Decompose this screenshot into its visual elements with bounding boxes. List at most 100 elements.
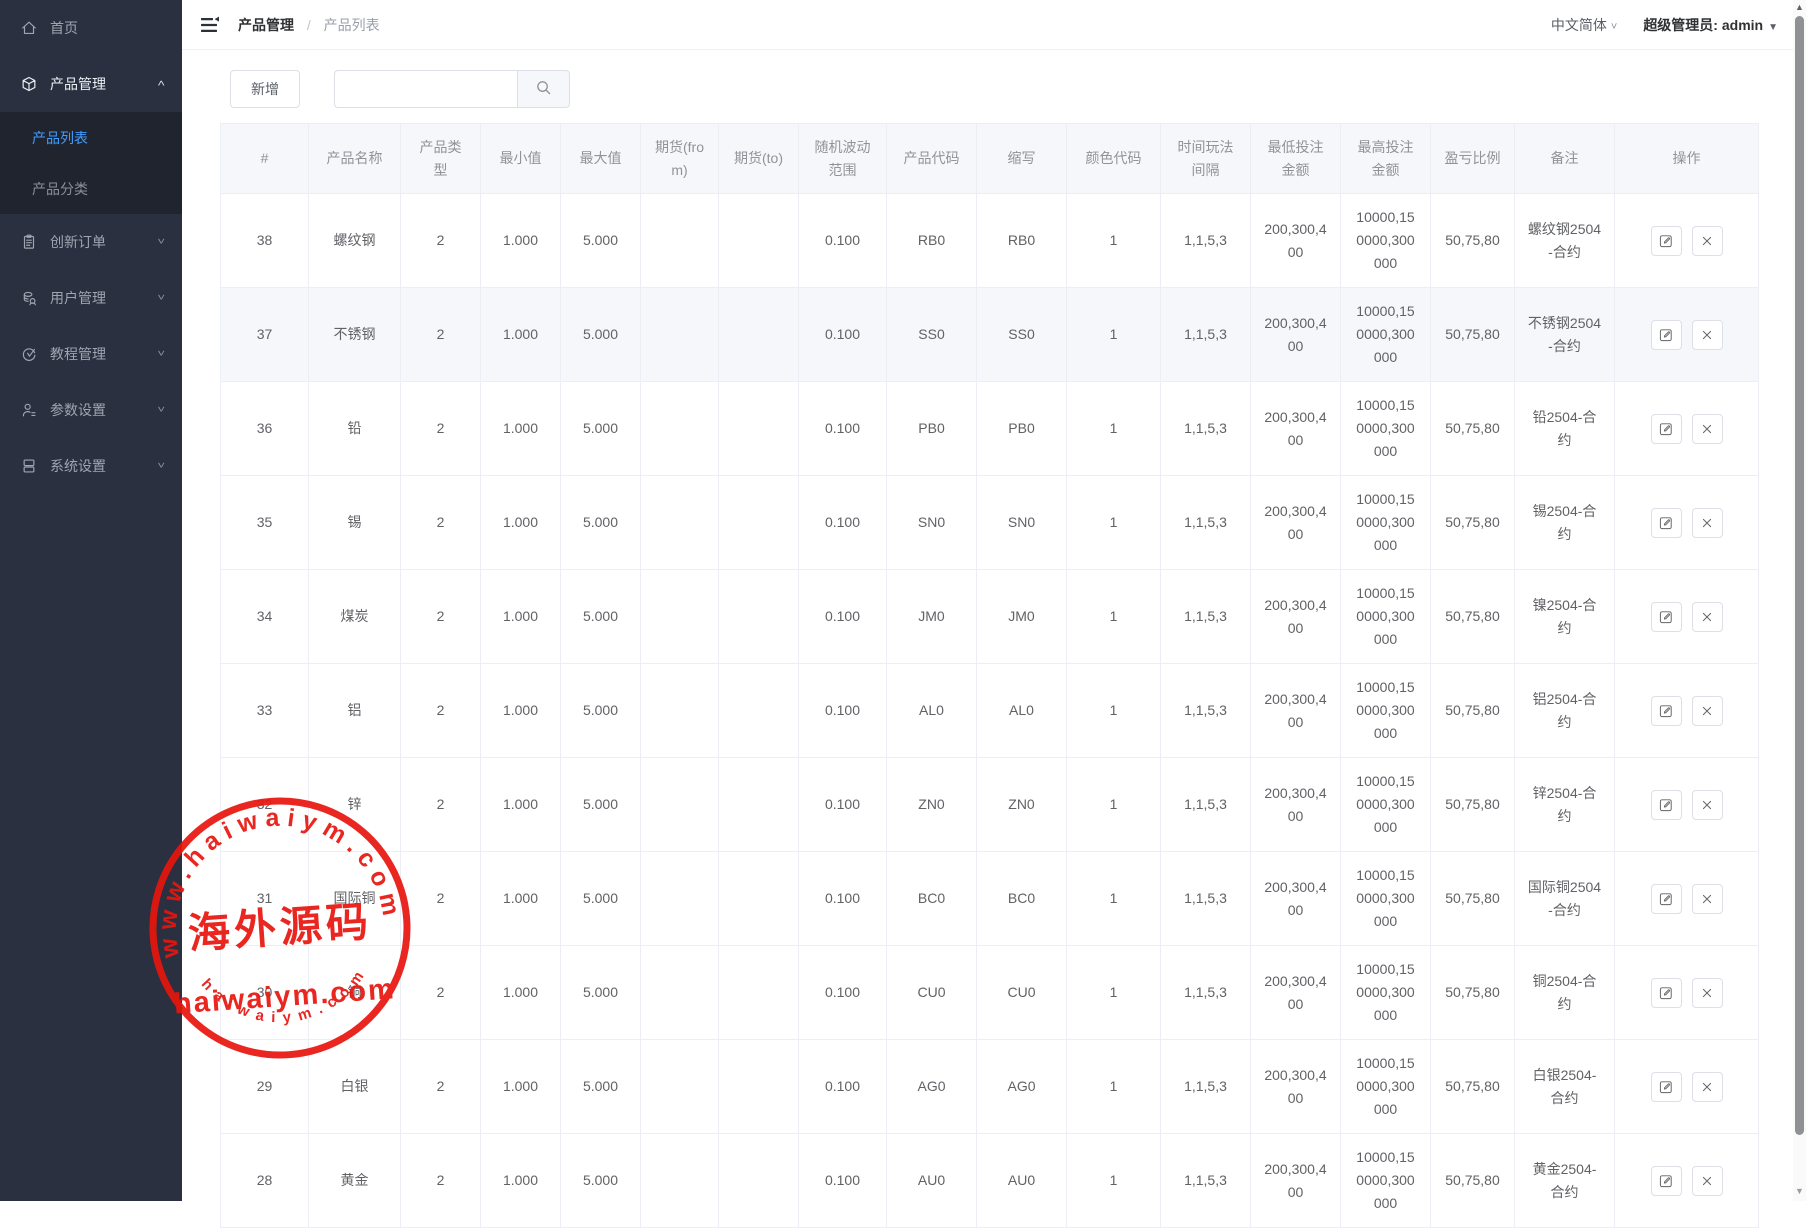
cell-min_bet: 200,300,400 — [1251, 382, 1341, 476]
search-input[interactable] — [334, 70, 517, 108]
edit-button[interactable] — [1651, 696, 1682, 726]
cell-abbr: RB0 — [977, 194, 1067, 288]
delete-button[interactable] — [1692, 978, 1723, 1008]
cell-remark: 铅2504-合约 — [1515, 382, 1615, 476]
sidebar-item-home[interactable]: 首页 — [0, 0, 182, 56]
delete-button[interactable] — [1692, 884, 1723, 914]
cell-min_bet: 200,300,400 — [1251, 758, 1341, 852]
sidebar-item-label: 首页 — [50, 18, 164, 38]
cell-interval: 1,1,5,3 — [1161, 194, 1251, 288]
cell-name: 锡 — [309, 476, 401, 570]
cell-futures_from — [641, 852, 719, 946]
breadcrumb: 产品管理 / 产品列表 — [238, 15, 380, 35]
sidebar-item-tutorials[interactable]: 教程管理 ˅ — [0, 326, 182, 382]
edit-button[interactable] — [1651, 226, 1682, 256]
delete-button[interactable] — [1692, 320, 1723, 350]
edit-button[interactable] — [1651, 978, 1682, 1008]
column-header: 操作 — [1615, 124, 1759, 194]
cell-max: 5.000 — [561, 758, 641, 852]
cell-profit_ratio: 50,75,80 — [1431, 476, 1515, 570]
sidebar-item-label: 系统设置 — [50, 456, 158, 476]
cell-max_bet: 10000,150000,300000 — [1341, 1040, 1431, 1134]
cell-abbr: CU0 — [977, 946, 1067, 1040]
language-selector[interactable]: 中文简体˅ — [1551, 15, 1617, 35]
edit-button[interactable] — [1651, 414, 1682, 444]
edit-button[interactable] — [1651, 1166, 1682, 1196]
vertical-scrollbar[interactable]: ▲ ▼ — [1793, 0, 1806, 1201]
sidebar-item-orders[interactable]: 创新订单 ˅ — [0, 214, 182, 270]
sidebar-item-product-management[interactable]: 产品管理 ˄ — [0, 56, 182, 112]
language-label: 中文简体 — [1551, 17, 1607, 33]
delete-button[interactable] — [1692, 696, 1723, 726]
cell-min_bet: 200,300,400 — [1251, 664, 1341, 758]
cell-futures_from — [641, 1134, 719, 1228]
cell-actions — [1615, 288, 1759, 382]
cell-actions — [1615, 1040, 1759, 1134]
cell-code: BC0 — [887, 852, 977, 946]
cell-remark: 不锈钢2504-合约 — [1515, 288, 1615, 382]
edit-button[interactable] — [1651, 790, 1682, 820]
cell-color_code: 1 — [1067, 194, 1161, 288]
delete-button[interactable] — [1692, 414, 1723, 444]
cell-profit_ratio: 50,75,80 — [1431, 1134, 1515, 1228]
cell-color_code: 1 — [1067, 288, 1161, 382]
search-group — [334, 70, 570, 108]
delete-button[interactable] — [1692, 508, 1723, 538]
cell-futures_to — [719, 570, 799, 664]
delete-button[interactable] — [1692, 1072, 1723, 1102]
cell-remark: 螺纹钢2504-合约 — [1515, 194, 1615, 288]
edit-button[interactable] — [1651, 602, 1682, 632]
cell-min: 1.000 — [481, 194, 561, 288]
table-row: 33铝21.0005.0000.100AL0AL011,1,5,3200,300… — [221, 664, 1759, 758]
column-header: 备注 — [1515, 124, 1615, 194]
cell-profit_ratio: 50,75,80 — [1431, 382, 1515, 476]
sidebar-item-label: 参数设置 — [50, 400, 158, 420]
edit-button[interactable] — [1651, 508, 1682, 538]
cell-abbr: AU0 — [977, 1134, 1067, 1228]
chevron-down-icon: ˅ — [157, 293, 165, 304]
cell-min: 1.000 — [481, 288, 561, 382]
cell-type: 2 — [401, 758, 481, 852]
cell-interval: 1,1,5,3 — [1161, 476, 1251, 570]
cell-fluctuation: 0.100 — [799, 852, 887, 946]
scroll-down-arrow[interactable]: ▼ — [1793, 1186, 1806, 1196]
edit-button[interactable] — [1651, 884, 1682, 914]
cell-profit_ratio: 50,75,80 — [1431, 946, 1515, 1040]
scrollbar-thumb[interactable] — [1795, 16, 1804, 1135]
cell-futures_from — [641, 382, 719, 476]
cell-type: 2 — [401, 1134, 481, 1228]
sidebar-item-parameters[interactable]: 参数设置 ˅ — [0, 382, 182, 438]
column-header: 产品名称 — [309, 124, 401, 194]
cell-interval: 1,1,5,3 — [1161, 1134, 1251, 1228]
cell-profit_ratio: 50,75,80 — [1431, 852, 1515, 946]
cell-abbr: JM0 — [977, 570, 1067, 664]
sidebar-item-product-list[interactable]: 产品列表 — [0, 112, 182, 163]
breadcrumb-parent[interactable]: 产品管理 — [238, 17, 294, 33]
cell-futures_from — [641, 946, 719, 1040]
table-row: 29白银21.0005.0000.100AG0AG011,1,5,3200,30… — [221, 1040, 1759, 1134]
search-button[interactable] — [517, 70, 570, 108]
table-header-row: #产品名称产品类型最小值最大值期货(from)期货(to)随机波动范围产品代码缩… — [221, 124, 1759, 194]
caret-down-icon: ▼ — [1768, 22, 1778, 33]
delete-button[interactable] — [1692, 1166, 1723, 1196]
user-icon — [20, 289, 38, 307]
delete-button[interactable] — [1692, 226, 1723, 256]
sidebar-item-users[interactable]: 用户管理 ˅ — [0, 270, 182, 326]
cell-remark: 黄金2504-合约 — [1515, 1134, 1615, 1228]
collapse-sidebar-icon[interactable] — [198, 14, 220, 36]
cell-id: 35 — [221, 476, 309, 570]
cell-color_code: 1 — [1067, 946, 1161, 1040]
user-menu[interactable]: 超级管理员: admin▼ — [1643, 15, 1778, 35]
delete-button[interactable] — [1692, 790, 1723, 820]
table-row: 28黄金21.0005.0000.100AU0AU011,1,5,3200,30… — [221, 1134, 1759, 1228]
cell-max_bet: 10000,150000,300000 — [1341, 570, 1431, 664]
cell-interval: 1,1,5,3 — [1161, 946, 1251, 1040]
scroll-up-arrow[interactable]: ▲ — [1793, 2, 1806, 12]
add-button[interactable]: 新增 — [230, 70, 300, 108]
edit-button[interactable] — [1651, 1072, 1682, 1102]
cell-type: 2 — [401, 382, 481, 476]
sidebar-item-product-category[interactable]: 产品分类 — [0, 163, 182, 214]
edit-button[interactable] — [1651, 320, 1682, 350]
delete-button[interactable] — [1692, 602, 1723, 632]
sidebar-item-system[interactable]: 系统设置 ˅ — [0, 438, 182, 494]
